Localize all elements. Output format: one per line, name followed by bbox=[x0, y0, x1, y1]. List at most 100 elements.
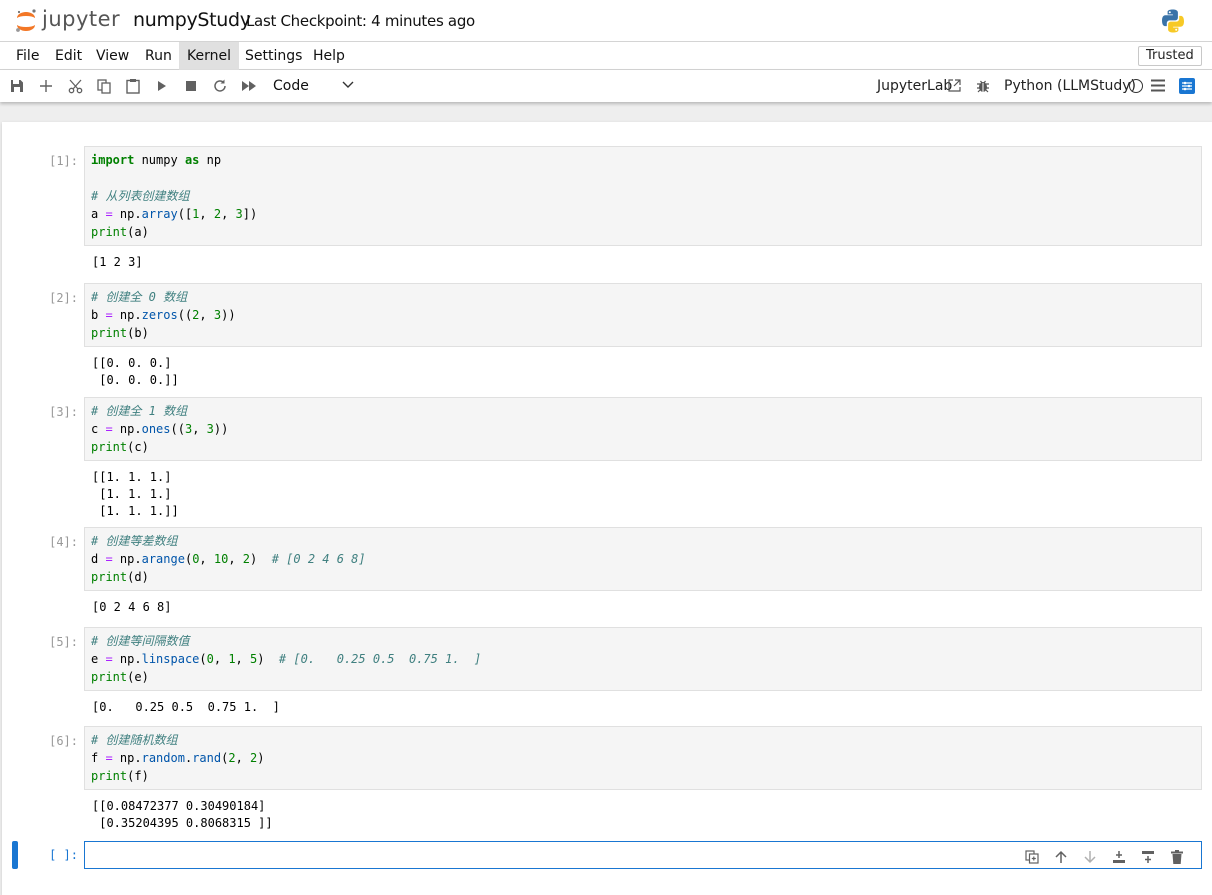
code-token: b bbox=[91, 308, 106, 322]
code-token: (b) bbox=[127, 326, 149, 340]
move-down-icon[interactable] bbox=[1080, 848, 1100, 866]
jupyter-logo[interactable]: jupyter bbox=[14, 7, 122, 34]
code-token: , bbox=[235, 751, 251, 765]
code-token: = bbox=[105, 652, 113, 666]
code-editor[interactable]: # 创建随机数组 f = np.random.rand(2, 2) print(f) bbox=[84, 726, 1202, 790]
code-token: numpy bbox=[134, 153, 185, 167]
code-token: array bbox=[141, 207, 178, 221]
code-token: = bbox=[105, 751, 113, 765]
delete-cell-icon[interactable] bbox=[1167, 848, 1187, 866]
code-token: , bbox=[235, 652, 250, 666]
menu-bar: File Edit View Run Kernel Settings Help … bbox=[0, 42, 1212, 70]
code-token: 2 bbox=[228, 751, 236, 765]
code-token: print bbox=[91, 440, 128, 454]
code-editor[interactable]: # 创建全 1 数组 c = np.ones((3, 3)) print(c) bbox=[84, 397, 1202, 461]
hamburger-menu-icon[interactable] bbox=[1151, 79, 1165, 92]
code-token: rand bbox=[192, 751, 222, 765]
menu-help[interactable]: Help bbox=[305, 42, 353, 70]
menu-run[interactable]: Run bbox=[137, 42, 180, 70]
code-token: 2 bbox=[242, 552, 251, 566]
code-line: # 创建等间隔数值 bbox=[91, 632, 1195, 650]
code-token: arange bbox=[141, 552, 185, 566]
code-token: )) bbox=[221, 308, 236, 322]
copy-icon[interactable] bbox=[95, 77, 113, 95]
code-line: print(d) bbox=[91, 568, 1195, 586]
code-line: # 创建全 0 数组 bbox=[91, 288, 1195, 306]
duplicate-cell-icon[interactable] bbox=[1022, 848, 1042, 866]
stop-icon[interactable] bbox=[182, 77, 200, 95]
code-token: # [0 2 4 6 8] bbox=[271, 552, 366, 566]
jupyter-logo-icon bbox=[16, 9, 36, 32]
cut-icon[interactable] bbox=[66, 77, 84, 95]
code-line: d = np.arange(0, 10, 2) # [0 2 4 6 8] bbox=[91, 550, 1195, 568]
code-editor[interactable]: # 创建全 0 数组 b = np.zeros((2, 3)) print(b) bbox=[84, 283, 1202, 347]
code-editor[interactable] bbox=[84, 841, 1202, 869]
code-token: e bbox=[91, 652, 106, 666]
code-line: # 从列表创建数组 bbox=[91, 187, 1195, 205]
code-token: , bbox=[199, 308, 214, 322]
save-icon[interactable] bbox=[8, 77, 26, 95]
notebook-name[interactable]: numpyStudy bbox=[133, 9, 251, 31]
output-line: [1. 1. 1.] bbox=[92, 487, 172, 501]
code-token: 10 bbox=[213, 552, 229, 566]
code-token: f bbox=[91, 751, 106, 765]
notebook-toolbar: Code JupyterLab Python (LLMStudy) bbox=[0, 70, 1212, 102]
logo-text: jupyter bbox=[42, 7, 121, 31]
property-inspector-icon[interactable] bbox=[1179, 78, 1195, 94]
insert-below-icon[interactable] bbox=[1138, 848, 1158, 866]
code-editor[interactable]: import numpy as np # 从列表创建数组 a = np.array(… bbox=[84, 146, 1202, 246]
cell-prompt: [4]: bbox=[49, 535, 78, 549]
code-token: np bbox=[199, 153, 222, 167]
code-token: (f) bbox=[127, 769, 149, 783]
menu-settings[interactable]: Settings bbox=[237, 42, 310, 70]
cell-output: [[0. 0. 0.] [0. 0. 0.]] bbox=[92, 355, 179, 389]
code-token: , bbox=[199, 207, 214, 221]
add-cell-icon[interactable] bbox=[37, 77, 55, 95]
code-line: print(f) bbox=[91, 767, 1195, 785]
checkpoint-status: Last Checkpoint: 4 minutes ago bbox=[246, 12, 475, 30]
run-icon[interactable] bbox=[153, 77, 171, 95]
debugger-icon[interactable] bbox=[976, 79, 990, 93]
paste-icon[interactable] bbox=[124, 77, 142, 95]
jupyterlab-link[interactable]: JupyterLab bbox=[877, 78, 952, 94]
code-token: print bbox=[91, 670, 128, 684]
menu-edit[interactable]: Edit bbox=[47, 42, 90, 70]
code-token: = bbox=[105, 207, 113, 221]
code-token: ]) bbox=[242, 207, 258, 221]
code-token: zeros bbox=[141, 308, 178, 322]
trusted-indicator[interactable]: Trusted bbox=[1138, 46, 1202, 66]
code-token: 1 bbox=[228, 652, 236, 666]
code-token: (d) bbox=[127, 570, 149, 584]
code-token: print bbox=[91, 326, 128, 340]
code-token: # 创建全 0 数组 bbox=[91, 290, 188, 304]
code-token: np. bbox=[112, 552, 142, 566]
external-link-icon[interactable] bbox=[948, 79, 961, 92]
output-line: [1 2 3] bbox=[92, 255, 143, 269]
code-line: print(a) bbox=[91, 223, 1195, 241]
code-token: print bbox=[91, 769, 128, 783]
menu-file[interactable]: File bbox=[8, 42, 47, 70]
code-token: # 创建等差数组 bbox=[91, 534, 178, 548]
code-token: print bbox=[91, 225, 128, 239]
menu-kernel[interactable]: Kernel bbox=[179, 42, 239, 70]
code-line: print(e) bbox=[91, 668, 1195, 686]
code-line: import numpy as np bbox=[91, 151, 1195, 169]
restart-icon[interactable] bbox=[211, 77, 229, 95]
kernel-name[interactable]: Python (LLMStudy) bbox=[1004, 78, 1136, 94]
code-editor[interactable]: # 创建等差数组 d = np.arange(0, 10, 2) # [0 2 4… bbox=[84, 527, 1202, 591]
output-line: [0. 0.25 0.5 0.75 1. ] bbox=[92, 700, 280, 714]
cell-prompt: [6]: bbox=[49, 734, 78, 748]
code-token: (( bbox=[177, 308, 193, 322]
code-token: 3 bbox=[206, 422, 214, 436]
move-up-icon[interactable] bbox=[1051, 848, 1071, 866]
code-editor[interactable]: # 创建等间隔数值 e = np.linspace(0, 1, 5) # [0. … bbox=[84, 627, 1202, 691]
code-token: = bbox=[105, 552, 113, 566]
code-token: np. bbox=[112, 422, 142, 436]
cell-type-select[interactable]: Code bbox=[266, 74, 358, 98]
fast-forward-icon[interactable] bbox=[240, 77, 258, 95]
menu-view[interactable]: View bbox=[88, 42, 137, 70]
code-token: import bbox=[91, 153, 135, 167]
insert-above-icon[interactable] bbox=[1109, 848, 1129, 866]
code-token: linspace bbox=[141, 652, 200, 666]
code-line: e = np.linspace(0, 1, 5) # [0. 0.25 0.5 … bbox=[91, 650, 1195, 668]
